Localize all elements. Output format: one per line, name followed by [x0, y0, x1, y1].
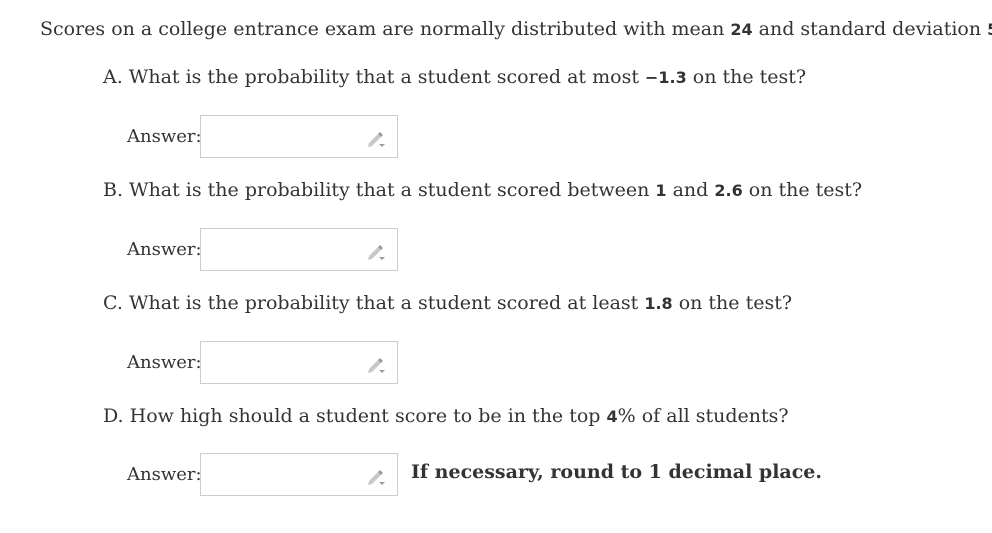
intro-text-sd: and standard deviation	[752, 18, 988, 40]
pencil-icon[interactable]	[365, 356, 387, 374]
question-d: D. How high should a student score to be…	[103, 405, 789, 427]
answer-row-d: Answer:	[127, 451, 398, 497]
pencil-icon[interactable]	[365, 468, 387, 486]
question-d-prefix: D. How high should a student score to be…	[103, 405, 607, 427]
answer-input-b[interactable]	[207, 234, 361, 265]
question-d-suffix: % of all students?	[617, 405, 789, 427]
question-b-middle: and	[666, 179, 715, 201]
answer-input-c[interactable]	[207, 347, 361, 378]
question-a-suffix: on the test?	[686, 66, 807, 88]
rounding-instruction: If necessary, round to 1 decimal place.	[411, 461, 823, 483]
question-c-value: 1.8	[644, 294, 673, 313]
question-c-suffix: on the test?	[672, 292, 793, 314]
question-a-prefix: A. What is the probability that a studen…	[103, 66, 645, 88]
intro-text: Scores on a college entrance exam are no…	[40, 18, 731, 40]
answer-label-c: Answer:	[127, 351, 202, 373]
answer-row-a: Answer:	[127, 113, 398, 159]
question-b-value-high: 2.6	[714, 181, 743, 200]
pencil-icon[interactable]	[365, 130, 387, 148]
question-c-prefix: C. What is the probability that a studen…	[103, 292, 645, 314]
question-b: B. What is the probability that a studen…	[103, 179, 862, 201]
question-d-value: 4	[606, 407, 618, 426]
sd-value: 5	[987, 20, 992, 39]
pencil-icon[interactable]	[365, 243, 387, 261]
answer-row-c: Answer:	[127, 339, 398, 385]
mean-value: 24	[730, 20, 753, 39]
answer-box-d[interactable]	[200, 452, 398, 496]
question-b-prefix: B. What is the probability that a studen…	[103, 179, 656, 201]
answer-input-a[interactable]	[207, 121, 361, 152]
answer-box-a[interactable]	[200, 114, 398, 158]
answer-label-b: Answer:	[127, 238, 202, 260]
answer-row-b: Answer:	[127, 226, 398, 272]
answer-box-b[interactable]	[200, 227, 398, 271]
answer-label-d: Answer:	[127, 463, 202, 485]
answer-input-d[interactable]	[207, 459, 361, 490]
problem-statement: Scores on a college entrance exam are no…	[40, 18, 992, 40]
question-a-value: −1.3	[645, 68, 687, 87]
answer-box-c[interactable]	[200, 340, 398, 384]
answer-label-a: Answer:	[127, 125, 202, 147]
question-b-suffix: on the test?	[742, 179, 863, 201]
question-a: A. What is the probability that a studen…	[103, 66, 806, 88]
question-c: C. What is the probability that a studen…	[103, 292, 792, 314]
question-b-value-low: 1	[655, 181, 667, 200]
